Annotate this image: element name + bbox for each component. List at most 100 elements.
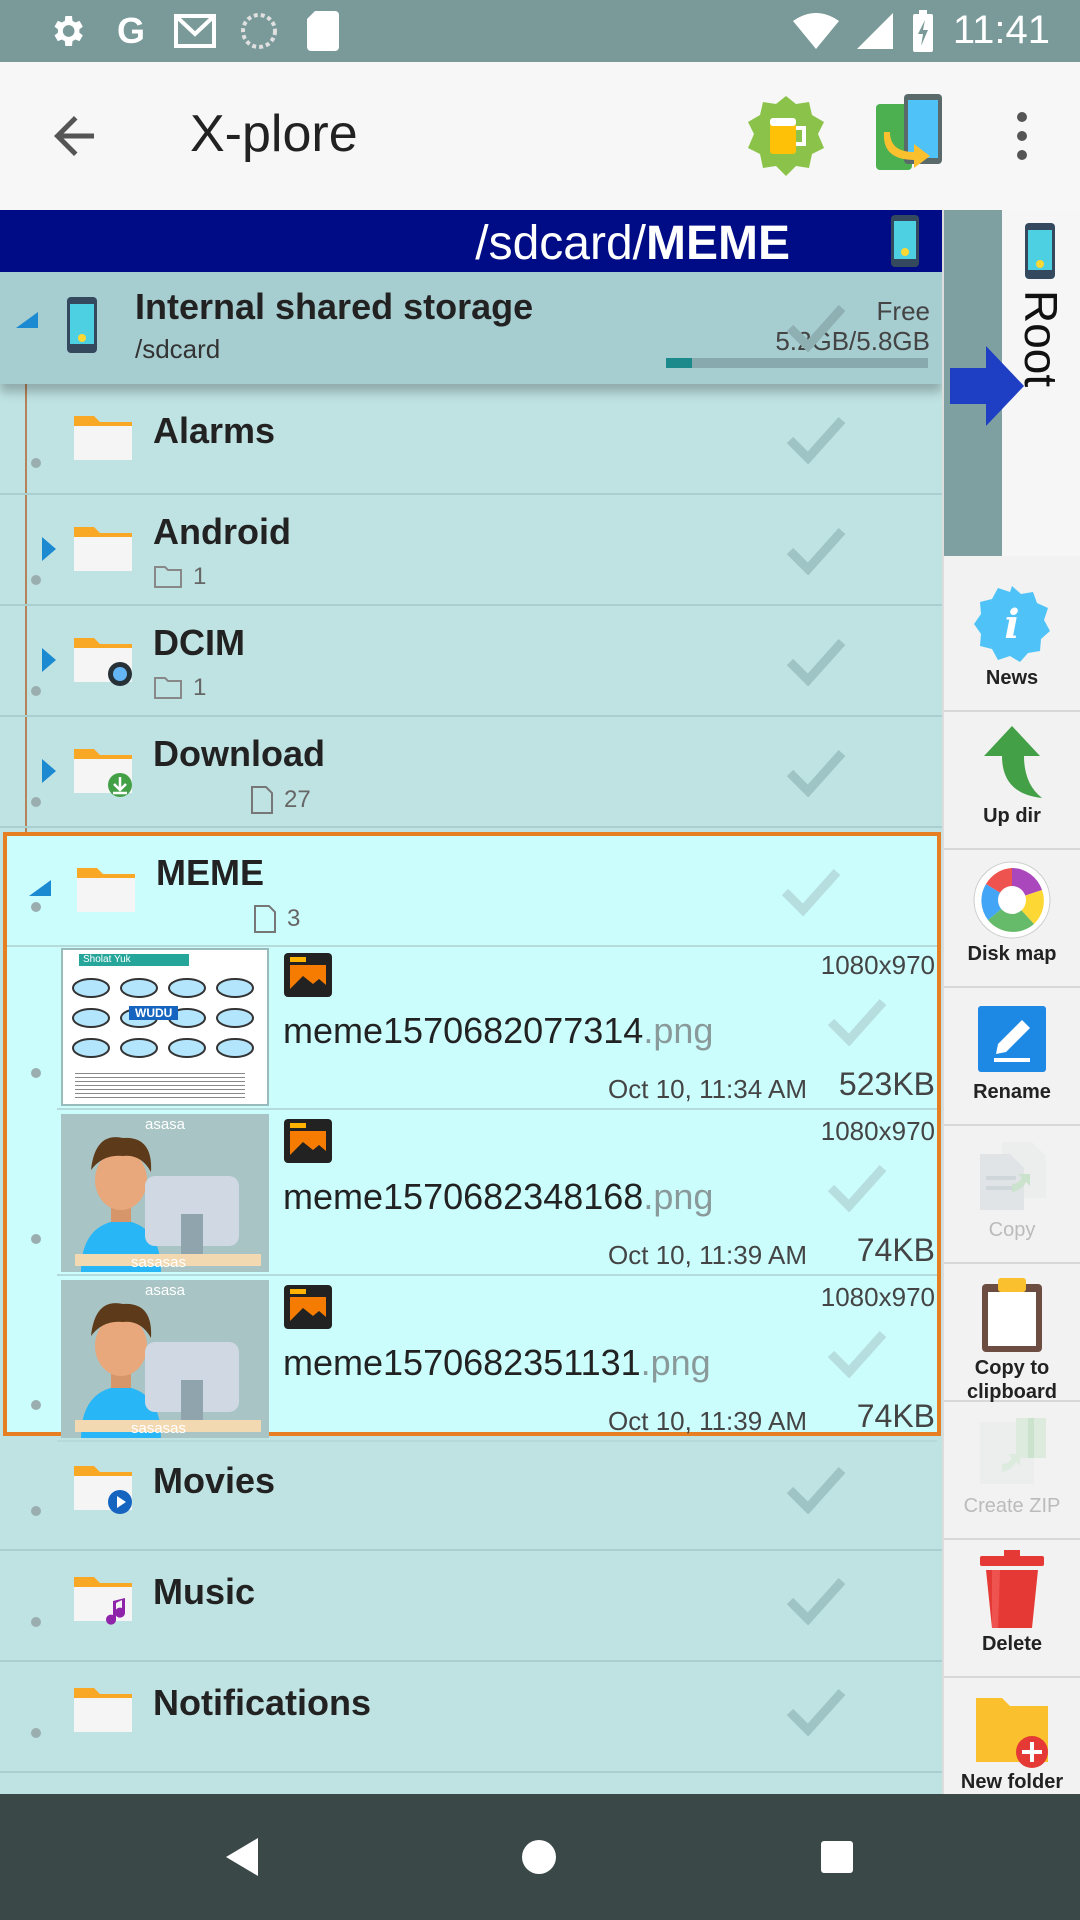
- overflow-menu-button[interactable]: [1010, 112, 1034, 160]
- folder-row[interactable]: Android 1: [0, 495, 942, 606]
- folder-icon: [72, 743, 134, 804]
- info-icon: i: [972, 584, 1052, 664]
- check-icon[interactable]: [827, 996, 887, 1046]
- file-extension: .png: [643, 1176, 714, 1217]
- item-count: 27: [250, 785, 311, 815]
- tree-dot: [31, 575, 41, 585]
- app-bar: X-plore: [0, 62, 1080, 210]
- nav-home-button[interactable]: [506, 1824, 572, 1890]
- folder-name: Music: [153, 1571, 256, 1612]
- folder-name: MEME: [156, 852, 264, 893]
- file-extension: .png: [640, 1342, 711, 1383]
- button-label: Up dir: [983, 805, 1041, 827]
- folder-row[interactable]: Alarms: [0, 384, 942, 495]
- copy-icon: [972, 1136, 1052, 1216]
- tree-dot: [31, 1506, 41, 1516]
- phones-transfer-icon: [876, 94, 942, 170]
- image-dimensions: 1080x970: [820, 950, 935, 980]
- expand-arrow-icon[interactable]: [42, 759, 56, 783]
- file-date: Oct 10, 11:39 AM: [608, 1240, 807, 1270]
- file-size: 74KB: [856, 1398, 935, 1434]
- image-dimensions: 1080x970: [820, 1116, 935, 1146]
- file-name: meme1570682351131.png: [283, 1342, 711, 1384]
- delete-button[interactable]: Delete: [944, 1540, 1080, 1678]
- storage-name: Internal shared storage: [135, 286, 534, 327]
- folder-row-meme[interactable]: MEME 3: [7, 836, 937, 947]
- phone-icon: [890, 214, 920, 273]
- folder-row[interactable]: DCIM 1: [0, 606, 942, 717]
- news-button[interactable]: i News: [944, 574, 1080, 712]
- file-row[interactable]: asasa sasasas meme1570682351131.png 1080x97…: [31, 1276, 937, 1442]
- collapse-arrow-icon[interactable]: [29, 880, 51, 896]
- disk-map-icon: [972, 860, 1052, 940]
- image-dimensions: 1080x970: [820, 1282, 935, 1312]
- arrow-right-icon: [950, 346, 1024, 431]
- check-icon[interactable]: [786, 747, 846, 797]
- check-icon[interactable]: [827, 1328, 887, 1378]
- check-icon[interactable]: [786, 414, 846, 464]
- check-icon[interactable]: [786, 636, 846, 686]
- collapse-arrow-icon[interactable]: [16, 312, 38, 328]
- folder-name: Android: [153, 511, 291, 552]
- check-icon[interactable]: [786, 1464, 846, 1514]
- thumb-caption-top: asasa: [145, 1282, 186, 1299]
- gear-icon: [46, 10, 88, 52]
- transfer-phones-button[interactable]: [874, 92, 946, 176]
- folder-name: Download: [153, 733, 325, 774]
- meme-folder-expanded: MEME 3 Sholat Yuk WUDU meme1570682077314.p…: [3, 832, 941, 1442]
- trash-icon: [972, 1550, 1052, 1630]
- side-panel: Root i News Up dir Disk map Rename Copy Copy t…: [942, 210, 1080, 1816]
- file-row[interactable]: asasa sasasas meme1570682348168.png 1080x97…: [31, 1110, 937, 1276]
- check-icon[interactable]: [786, 302, 846, 352]
- folder-icon: [72, 521, 134, 582]
- storage-usage-bar: [666, 358, 928, 368]
- zip-icon: [972, 1412, 1052, 1492]
- folder-small-icon: [154, 566, 182, 588]
- disk-map-button[interactable]: Disk map: [944, 850, 1080, 988]
- check-icon[interactable]: [781, 866, 841, 916]
- new-folder-icon: [972, 1688, 1052, 1768]
- tree-dot: [31, 458, 41, 468]
- check-icon[interactable]: [786, 1686, 846, 1736]
- check-icon[interactable]: [827, 1162, 887, 1212]
- folder-row[interactable]: Notifications: [0, 1662, 942, 1773]
- thumb-caption-bottom: sasasas: [131, 1254, 187, 1271]
- tree-dot: [31, 1617, 41, 1627]
- folder-name: DCIM: [153, 622, 245, 663]
- item-count-value: 27: [284, 786, 311, 813]
- nav-recents-button[interactable]: [804, 1824, 870, 1890]
- check-icon[interactable]: [786, 525, 846, 575]
- rename-button[interactable]: Rename: [944, 988, 1080, 1126]
- expand-arrow-icon[interactable]: [42, 537, 56, 561]
- copy-button[interactable]: Copy: [944, 1126, 1080, 1264]
- folder-icon: [75, 862, 137, 919]
- folder-row[interactable]: Music: [0, 1551, 942, 1662]
- folder-icon: [72, 1682, 134, 1743]
- folder-small-icon: [154, 677, 182, 699]
- donate-beer-button[interactable]: [744, 94, 828, 178]
- check-icon[interactable]: [786, 1575, 846, 1625]
- nav-back-button[interactable]: [210, 1824, 276, 1890]
- folder-icon: [72, 410, 134, 471]
- back-button[interactable]: [44, 106, 104, 166]
- clock: 11:41: [952, 8, 1050, 52]
- folder-icon: [72, 1571, 134, 1632]
- expand-arrow-icon[interactable]: [42, 648, 56, 672]
- status-right: 11:41: [792, 8, 1050, 53]
- battery-charging-icon: [912, 9, 933, 52]
- file-row[interactable]: Sholat Yuk WUDU meme1570682077314.png 1080x…: [31, 944, 937, 1110]
- tree-dot: [31, 1400, 41, 1410]
- sdcard-icon: [302, 10, 344, 52]
- storage-header[interactable]: Internal shared storage /sdcard Free 5.2…: [0, 272, 942, 384]
- file-date: Oct 10, 11:39 AM: [608, 1406, 807, 1436]
- up-dir-button[interactable]: Up dir: [944, 712, 1080, 850]
- copy-to-clipboard-button[interactable]: Copy to clipboard: [944, 1264, 1080, 1403]
- gmail-icon: [174, 10, 216, 52]
- folder-row[interactable]: Movies: [0, 1440, 942, 1551]
- create-zip-button[interactable]: Create ZIP: [944, 1402, 1080, 1540]
- file-small-icon: [254, 905, 276, 933]
- folder-row[interactable]: Download 27: [0, 717, 942, 828]
- button-label: Rename: [973, 1081, 1051, 1103]
- root-tab[interactable]: Root: [944, 210, 1080, 556]
- folder-icon: [72, 632, 134, 693]
